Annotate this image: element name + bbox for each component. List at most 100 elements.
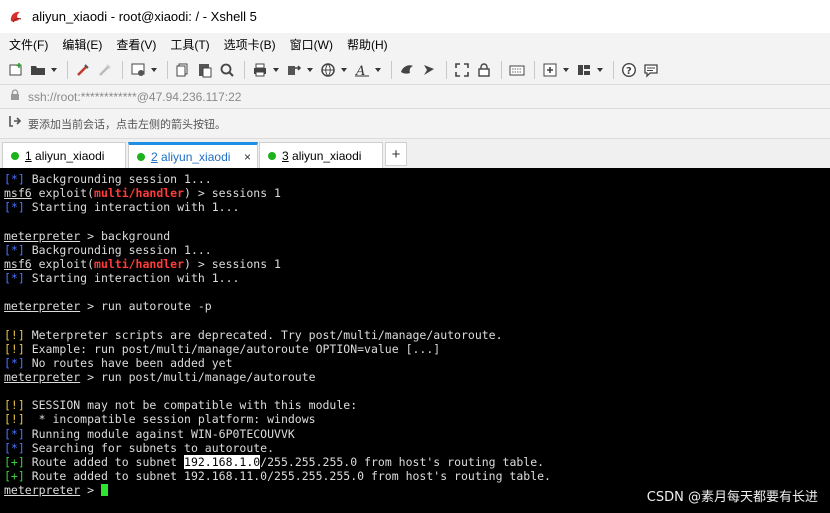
keyboard-icon[interactable] — [507, 60, 527, 80]
terminal-line: [+] Route added to subnet 192.168.11.0/2… — [4, 469, 830, 483]
toolbar-separator — [613, 60, 614, 79]
terminal-text: [!] — [4, 341, 25, 356]
open-dropdown-icon[interactable] — [50, 60, 58, 80]
xmanager-icon[interactable] — [419, 60, 439, 80]
terminal-text: meterpreter — [4, 299, 81, 314]
terminal-text: Backgrounding session 1... — [24, 172, 212, 186]
terminal-text: multi/handler — [94, 256, 185, 271]
new-tab-dropdown-icon[interactable] — [562, 60, 570, 80]
reconnect-icon[interactable] — [73, 60, 93, 80]
layout-dropdown-icon[interactable] — [596, 60, 604, 80]
terminal-line: [*] Starting interaction with 1... — [4, 200, 830, 214]
session-hint-bar: 要添加当前会话，点击左侧的箭头按钮。 — [0, 108, 830, 138]
terminal-text: exploit( — [31, 186, 95, 201]
terminal-line: msf6 exploit(multi/handler) > sessions 1 — [4, 257, 830, 271]
add-session-arrow-icon[interactable] — [8, 114, 22, 133]
toolbar-separator — [446, 60, 447, 79]
terminal-text: [!] — [4, 412, 25, 427]
tab-session-3[interactable]: 3 aliyun_xiaodi — [259, 142, 383, 168]
menu-tools[interactable]: 工具(T) — [170, 36, 209, 53]
connected-status-icon — [268, 151, 276, 160]
font-icon[interactable]: A — [352, 60, 372, 80]
tab-session-2[interactable]: 2 aliyun_xiaodi × — [128, 142, 258, 168]
tab-number: 1 — [25, 148, 32, 163]
terminal-text: ) > sessions 1 — [184, 186, 281, 201]
menu-view[interactable]: 查看(V) — [116, 36, 156, 53]
xftp-icon[interactable] — [397, 60, 417, 80]
title-bar: aliyun_xiaodi - root@xiaodi: / - Xshell … — [0, 0, 830, 33]
terminal-text: [!] — [4, 327, 25, 342]
globe-dropdown-icon[interactable] — [340, 60, 348, 80]
menu-window[interactable]: 窗口(W) — [290, 36, 333, 53]
terminal-text: [+] — [4, 454, 25, 469]
terminal-text: exploit( — [31, 256, 95, 271]
print-icon[interactable] — [250, 60, 270, 80]
window-title: aliyun_xiaodi - root@xiaodi: / - Xshell … — [32, 9, 257, 24]
terminal-cursor — [100, 484, 108, 497]
terminal-text: ) > sessions 1 — [184, 256, 281, 271]
xshell-window: aliyun_xiaodi - root@xiaodi: / - Xshell … — [0, 0, 830, 513]
menu-help[interactable]: 帮助(H) — [347, 36, 388, 53]
disconnect-icon[interactable] — [95, 60, 115, 80]
tab-session-1[interactable]: 1 aliyun_xiaodi — [2, 142, 126, 168]
transfer-dropdown-icon[interactable] — [306, 60, 314, 80]
terminal-line: [*] Starting interaction with 1... — [4, 271, 830, 285]
terminal-text: [*] — [4, 355, 25, 370]
new-session-icon[interactable] — [6, 60, 26, 80]
terminal-text: Route added to subnet 192.168.11.0/255.2… — [24, 468, 551, 483]
terminal-text: Starting interaction with 1... — [24, 270, 240, 285]
terminal-line: [*] No routes have been added yet — [4, 356, 830, 370]
transfer-icon[interactable] — [284, 60, 304, 80]
terminal-text: msf6 — [4, 256, 32, 271]
menu-bar: 文件(F) 编辑(E) 查看(V) 工具(T) 选项卡(B) 窗口(W) 帮助(… — [0, 33, 830, 55]
address-bar[interactable]: ssh://root:************@47.94.236.117:22 — [0, 84, 830, 108]
terminal-line: [*] Running module against WIN-6P0TECOUV… — [4, 427, 830, 441]
add-tab-button[interactable]: + — [385, 142, 407, 166]
font-dropdown-icon[interactable] — [374, 60, 382, 80]
open-folder-icon[interactable] — [28, 60, 48, 80]
terminal-text: * incompatible session platform: windows — [24, 412, 316, 427]
layout-icon[interactable] — [574, 60, 594, 80]
find-icon[interactable] — [217, 60, 237, 80]
terminal-text: [!] — [4, 398, 25, 413]
properties-icon[interactable] — [128, 60, 148, 80]
hint-text: 要添加当前会话，点击左侧的箭头按钮。 — [28, 118, 226, 131]
menu-file[interactable]: 文件(F) — [9, 36, 48, 53]
terminal-text: [+] — [4, 468, 25, 483]
lock-icon[interactable] — [474, 60, 494, 80]
toolbar-separator — [391, 60, 392, 79]
print-dropdown-icon[interactable] — [272, 60, 280, 80]
terminal-text: meterpreter — [4, 369, 81, 384]
globe-icon[interactable] — [318, 60, 338, 80]
terminal-text: [*] — [4, 200, 25, 215]
terminal-line: [*] Backgrounding session 1... — [4, 172, 830, 186]
help-icon[interactable]: ? — [619, 60, 639, 80]
connected-status-icon — [137, 152, 145, 161]
toolbar: A ? — [0, 55, 830, 84]
session-address[interactable]: ssh://root:************@47.94.236.117:22 — [28, 90, 241, 104]
terminal-text: Starting interaction with 1... — [24, 200, 240, 215]
tab-label: aliyun_xiaodi — [31, 148, 105, 163]
terminal-text: Backgrounding session 1... — [24, 242, 212, 257]
terminal-line: [!] * incompatible session platform: win… — [4, 412, 830, 426]
tab-close-icon[interactable]: × — [244, 150, 251, 164]
menu-tab[interactable]: 选项卡(B) — [224, 36, 276, 53]
tab-label: aliyun_xiaodi — [157, 149, 231, 164]
fullscreen-icon[interactable] — [452, 60, 472, 80]
terminal-output[interactable]: [*] Backgrounding session 1... msf6 explo… — [0, 168, 830, 513]
tab-label: aliyun_xiaodi — [288, 148, 362, 163]
terminal-line: meterpreter > run post/multi/manage/auto… — [4, 370, 830, 384]
tab-number: 3 — [282, 148, 289, 163]
terminal-text: > run autoroute -p — [80, 299, 212, 314]
copy-icon[interactable] — [173, 60, 193, 80]
terminal-text: [*] — [4, 242, 25, 257]
toolbar-separator — [534, 60, 535, 79]
chat-icon[interactable] — [641, 60, 661, 80]
properties-dropdown-icon[interactable] — [150, 60, 158, 80]
paste-icon[interactable] — [195, 60, 215, 80]
menu-edit[interactable]: 编辑(E) — [62, 36, 102, 53]
new-tab-icon[interactable] — [540, 60, 560, 80]
